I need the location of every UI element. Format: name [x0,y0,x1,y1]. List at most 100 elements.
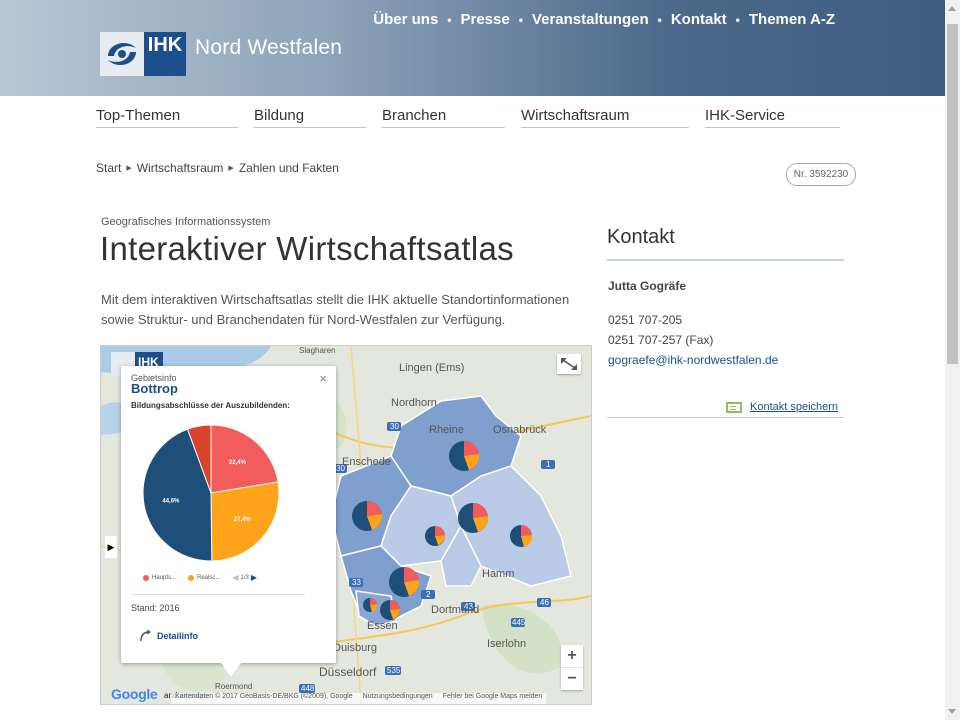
contact-heading: Kontakt [607,226,675,248]
zoom-control: + − [561,645,583,690]
road-number: 535 [387,666,401,675]
pie-slice-label: 44,6% [162,498,180,504]
popup-stand: Stand: 2016 [131,603,180,613]
detailinfo-link[interactable]: Detailinfo [139,630,198,642]
pie-slice-label: 22,4% [229,460,247,466]
breadcrumb-arrow-icon: ▶ [228,165,234,172]
place-duisburg: Duisburg [333,642,378,654]
pie-legend: Haupts... Realsc... ◀ 1/3 ▶ [143,573,257,582]
nav-wirtschaftsraum[interactable]: Wirtschaftsraum [521,107,689,128]
road-number: 2 [426,590,431,599]
breadcrumb-zahlen-und-fakten: Zahlen und Fakten [238,161,339,175]
scroll-up-arrow-icon[interactable] [948,6,956,11]
pie-slice-label: 27,4% [234,517,252,523]
topnav-themen-a-z[interactable]: Themen A-Z [749,11,835,28]
site-header: IHK Nord Westfalen Über uns • Presse • V… [0,0,945,96]
topnav-kontakt[interactable]: Kontakt [671,11,727,28]
legend-pager: ◀ 1/3 ▶ [232,573,257,582]
popup-divider [131,594,305,595]
nav-top-themen[interactable]: Top-Themen [96,107,238,128]
popup-subtitle: Bildungsabschlüsse der Auszubildenden: [131,401,290,410]
map-attribution: Kartendaten © 2017 GeoBasis-DE/BKG (©200… [171,693,547,704]
breadcrumb-arrow-icon: ▶ [126,165,132,172]
google-logo[interactable]: Google [111,686,158,702]
popup-region-name: Bottrop [131,381,178,396]
breadcrumb: Start ▶ Wirtschaftsraum ▶ Zahlen und Fak… [96,161,339,175]
top-navigation: Über uns • Presse • Veranstaltungen • Ko… [373,11,835,28]
contact-divider [607,259,844,261]
place-slagharen: Slagharen [299,346,336,355]
region-pie[interactable] [380,599,401,620]
place-iserlohn: Iserlohn [487,638,527,650]
contact-phone: 0251 707-205 [608,313,683,327]
topnav-ueber-uns[interactable]: Über uns [373,11,438,28]
road-number: 33 [352,578,361,587]
legend-dot-icon [143,574,149,581]
document-number-badge: Nr. 3592230 [786,163,856,186]
region-pie[interactable] [449,440,480,471]
close-icon[interactable]: × [319,371,327,386]
place-hamm: Hamm [482,568,515,580]
fullscreen-toggle[interactable] [557,354,581,374]
region-pie[interactable] [352,500,383,531]
pager-prev-icon[interactable]: ◀ [232,573,238,582]
legend-dot-icon [188,574,195,581]
road-number: 30 [390,422,399,431]
place-lingen: Lingen (Ems) [399,362,465,374]
region-pie[interactable] [458,502,489,533]
legend-item[interactable]: Haupts... [152,575,176,581]
topnav-separator: • [657,12,662,27]
terms-link[interactable]: Nutzungsbedingungen [363,693,433,704]
topnav-separator: • [518,12,523,27]
region-pie[interactable] [363,597,378,612]
place-duesseldorf: Düsseldorf [319,665,377,679]
page-scrollbar[interactable] [945,0,960,720]
topnav-separator: • [447,12,452,27]
panel-toggle-arrow-icon[interactable]: ▶ [105,536,117,558]
region-pie[interactable] [425,525,446,546]
nav-ihk-service[interactable]: IHK-Service [705,107,840,128]
place-roermond: Roermond [215,682,253,691]
save-contact-label: Kontakt speichern [750,401,839,413]
topnav-presse[interactable]: Presse [461,11,510,28]
legend-item[interactable]: Realsc... [197,575,220,581]
place-rheine: Rheine [429,424,464,436]
save-contact-link[interactable]: Kontakt speichern [726,401,838,413]
ihk-logo-text: IHK [144,32,186,76]
place-dortmund: Dortmund [431,604,480,616]
sidebar-divider [607,417,844,418]
brand-name: Nord Westfalen [195,36,343,59]
road-number: 445 [512,618,526,627]
breadcrumb-wirtschaftsraum[interactable]: Wirtschaftsraum [137,161,224,175]
road-number: 1 [546,460,551,469]
topnav-veranstaltungen[interactable]: Veranstaltungen [532,11,649,28]
curved-arrow-icon [140,630,151,642]
place-enschede: Enschede [342,456,391,468]
scroll-down-arrow-icon[interactable] [948,709,956,714]
education-pie-chart[interactable]: 22,4% 27,4% 44,6% [141,423,281,563]
contact-person: Jutta Gogräfe [608,279,687,293]
road-number: 46 [540,598,549,607]
map-data-credit: Kartendaten © 2017 GeoBasis-DE/BKG (©200… [175,693,353,700]
nav-bildung[interactable]: Bildung [254,107,366,128]
intro-text: Mit dem interaktiven Wirtschaftsatlas st… [101,292,570,327]
zoom-in-button[interactable]: + [561,645,583,667]
region-pie[interactable] [389,566,420,597]
contact-email-link[interactable]: gograefe@ihk-nordwestfalen.de [608,353,778,367]
zoom-out-button[interactable]: − [561,667,583,690]
pager-text: 1/3 [240,574,249,581]
page-kicker: Geografisches Informationssystem [101,216,271,228]
pager-next-icon[interactable]: ▶ [251,573,257,582]
contact-fax: 0251 707-257 (Fax) [608,333,714,347]
vcard-icon [726,401,742,413]
place-nordhorn: Nordhorn [391,397,437,409]
region-pie[interactable] [510,524,533,547]
nav-branchen[interactable]: Branchen [382,107,505,128]
scroll-thumb[interactable] [947,24,958,364]
breadcrumb-start[interactable]: Start [96,161,121,175]
ihk-logo[interactable]: IHK [100,32,186,76]
report-error-link[interactable]: Fehler bei Google Maps melden [443,693,543,704]
place-essen: Essen [367,620,398,632]
road-number: 448 [301,684,315,693]
expand-icon [561,358,577,370]
